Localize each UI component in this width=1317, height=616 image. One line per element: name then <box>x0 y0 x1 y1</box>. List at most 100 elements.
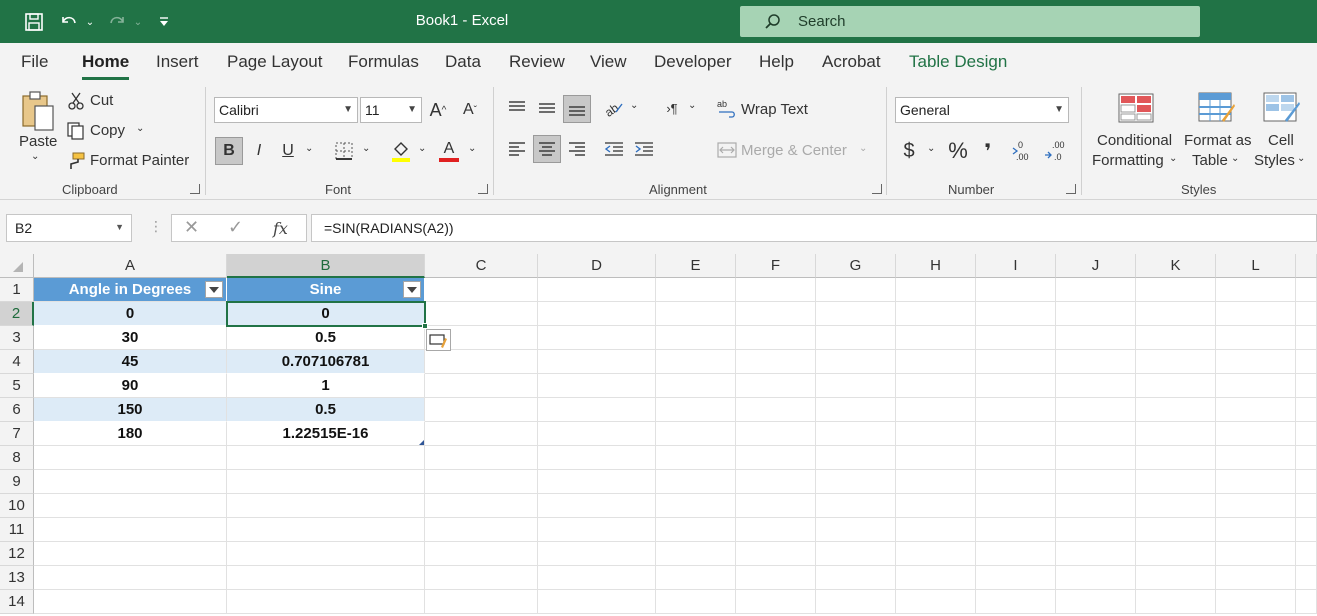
tab-page-layout[interactable]: Page Layout <box>227 52 322 72</box>
grid-cell[interactable] <box>1056 446 1136 470</box>
alignment-launcher-icon[interactable] <box>872 184 882 194</box>
grid-cell[interactable] <box>976 470 1056 494</box>
row-header[interactable]: 9 <box>0 470 34 494</box>
currency-dropdown-icon[interactable]: ⌄ <box>927 143 935 154</box>
grid-cell[interactable] <box>538 470 656 494</box>
borders-dropdown-icon[interactable]: ⌄ <box>362 143 370 154</box>
grid-cell[interactable] <box>1136 446 1216 470</box>
grid-cell[interactable] <box>736 566 816 590</box>
insert-function-icon[interactable]: fx <box>273 219 288 238</box>
grid-cell[interactable] <box>34 542 227 566</box>
grid-cell[interactable] <box>656 278 736 302</box>
grid-cell[interactable] <box>1216 446 1296 470</box>
grid-cell[interactable] <box>896 470 976 494</box>
grid-cell[interactable] <box>1216 494 1296 518</box>
table-cell[interactable]: 45 <box>34 350 227 374</box>
align-center-icon[interactable] <box>533 135 561 163</box>
grid-cell[interactable] <box>1216 302 1296 326</box>
table-cell[interactable]: 0.5 <box>227 326 425 350</box>
table-cell[interactable]: 1.22515E-16 <box>227 422 425 446</box>
underline-button[interactable]: U <box>278 137 298 165</box>
row-header[interactable]: 7 <box>0 422 34 446</box>
grid-cell[interactable] <box>736 494 816 518</box>
increase-font-icon[interactable]: A ^ <box>427 97 449 123</box>
grid-cell[interactable] <box>538 446 656 470</box>
grid-cell[interactable] <box>425 422 538 446</box>
grid-cell[interactable] <box>1216 422 1296 446</box>
bold-button[interactable]: B <box>215 137 243 165</box>
grid-cell[interactable] <box>1136 326 1216 350</box>
cancel-icon[interactable]: ✕ <box>184 217 199 238</box>
grid-cell[interactable] <box>425 398 538 422</box>
table-cell[interactable]: 150 <box>34 398 227 422</box>
grid-cell[interactable] <box>1056 326 1136 350</box>
grid-cell[interactable] <box>1296 326 1317 350</box>
grid-cell[interactable] <box>656 518 736 542</box>
grid-cell[interactable] <box>736 350 816 374</box>
row-header[interactable]: 14 <box>0 590 34 614</box>
grid-cell[interactable] <box>656 422 736 446</box>
grid-cell[interactable] <box>816 590 896 614</box>
grid-cell[interactable] <box>538 494 656 518</box>
grid-cell[interactable] <box>425 566 538 590</box>
grid-cell[interactable] <box>1296 470 1317 494</box>
grid-cell[interactable] <box>816 446 896 470</box>
tab-help[interactable]: Help <box>759 52 794 72</box>
grid-cell[interactable] <box>538 398 656 422</box>
grid-cell[interactable] <box>1216 278 1296 302</box>
grid-cell[interactable] <box>976 518 1056 542</box>
grid-cell[interactable] <box>896 446 976 470</box>
currency-button[interactable]: $ <box>898 137 920 165</box>
table-cell[interactable]: 0 <box>227 302 425 326</box>
paste-dropdown-icon[interactable]: ⌄ <box>31 151 39 162</box>
tab-review[interactable]: Review <box>509 52 565 72</box>
grid-cell[interactable] <box>976 494 1056 518</box>
grid-cell[interactable] <box>1136 398 1216 422</box>
grid-cell[interactable] <box>656 566 736 590</box>
filter-dropdown-icon[interactable] <box>403 281 421 298</box>
grid-cell[interactable] <box>736 446 816 470</box>
align-right-icon[interactable] <box>566 138 588 160</box>
tab-home[interactable]: Home <box>82 52 130 80</box>
grid-cell[interactable] <box>1296 302 1317 326</box>
column-header[interactable]: E <box>656 254 736 278</box>
row-header[interactable]: 10 <box>0 494 34 518</box>
row-header[interactable]: 3 <box>0 326 34 350</box>
number-format-select[interactable]: General ▼ <box>895 97 1069 123</box>
tab-developer[interactable]: Developer <box>654 52 732 72</box>
row-header[interactable]: 1 <box>0 278 34 302</box>
table-header-cell[interactable]: Angle in Degrees <box>34 278 227 302</box>
cell-styles-dropdown-icon[interactable]: ⌄ <box>1297 153 1305 164</box>
decrease-font-icon[interactable]: Aˇ <box>459 97 481 123</box>
row-header[interactable]: 6 <box>0 398 34 422</box>
tab-insert[interactable]: Insert <box>156 52 199 72</box>
grid-cell[interactable] <box>538 374 656 398</box>
grid-cell[interactable] <box>34 446 227 470</box>
tab-view[interactable]: View <box>590 52 627 72</box>
decrease-decimal-icon[interactable]: .00.0 <box>1044 137 1070 165</box>
grid-cell[interactable] <box>538 518 656 542</box>
row-header[interactable]: 5 <box>0 374 34 398</box>
grid-cell[interactable] <box>1056 278 1136 302</box>
text-direction-dropdown-icon[interactable]: ⌄ <box>688 100 696 111</box>
column-header[interactable] <box>1296 254 1317 278</box>
column-header[interactable]: L <box>1216 254 1296 278</box>
grid-cell[interactable] <box>736 422 816 446</box>
grid-cell[interactable] <box>656 350 736 374</box>
grid-cell[interactable] <box>736 590 816 614</box>
row-header[interactable]: 11 <box>0 518 34 542</box>
grid-cell[interactable] <box>816 398 896 422</box>
grid-cell[interactable] <box>816 494 896 518</box>
grid-cell[interactable] <box>816 302 896 326</box>
table-cell[interactable]: 90 <box>34 374 227 398</box>
orientation-dropdown-icon[interactable]: ⌄ <box>630 100 638 111</box>
grid-cell[interactable] <box>896 422 976 446</box>
grid-cell[interactable] <box>736 518 816 542</box>
font-size-select[interactable]: 11 ▼ <box>360 97 422 123</box>
grid-cell[interactable] <box>816 350 896 374</box>
tab-acrobat[interactable]: Acrobat <box>822 52 881 72</box>
grid-cell[interactable] <box>976 374 1056 398</box>
grid-cell[interactable] <box>1216 518 1296 542</box>
grid-cell[interactable] <box>1136 302 1216 326</box>
bottom-align-icon[interactable] <box>563 95 591 123</box>
